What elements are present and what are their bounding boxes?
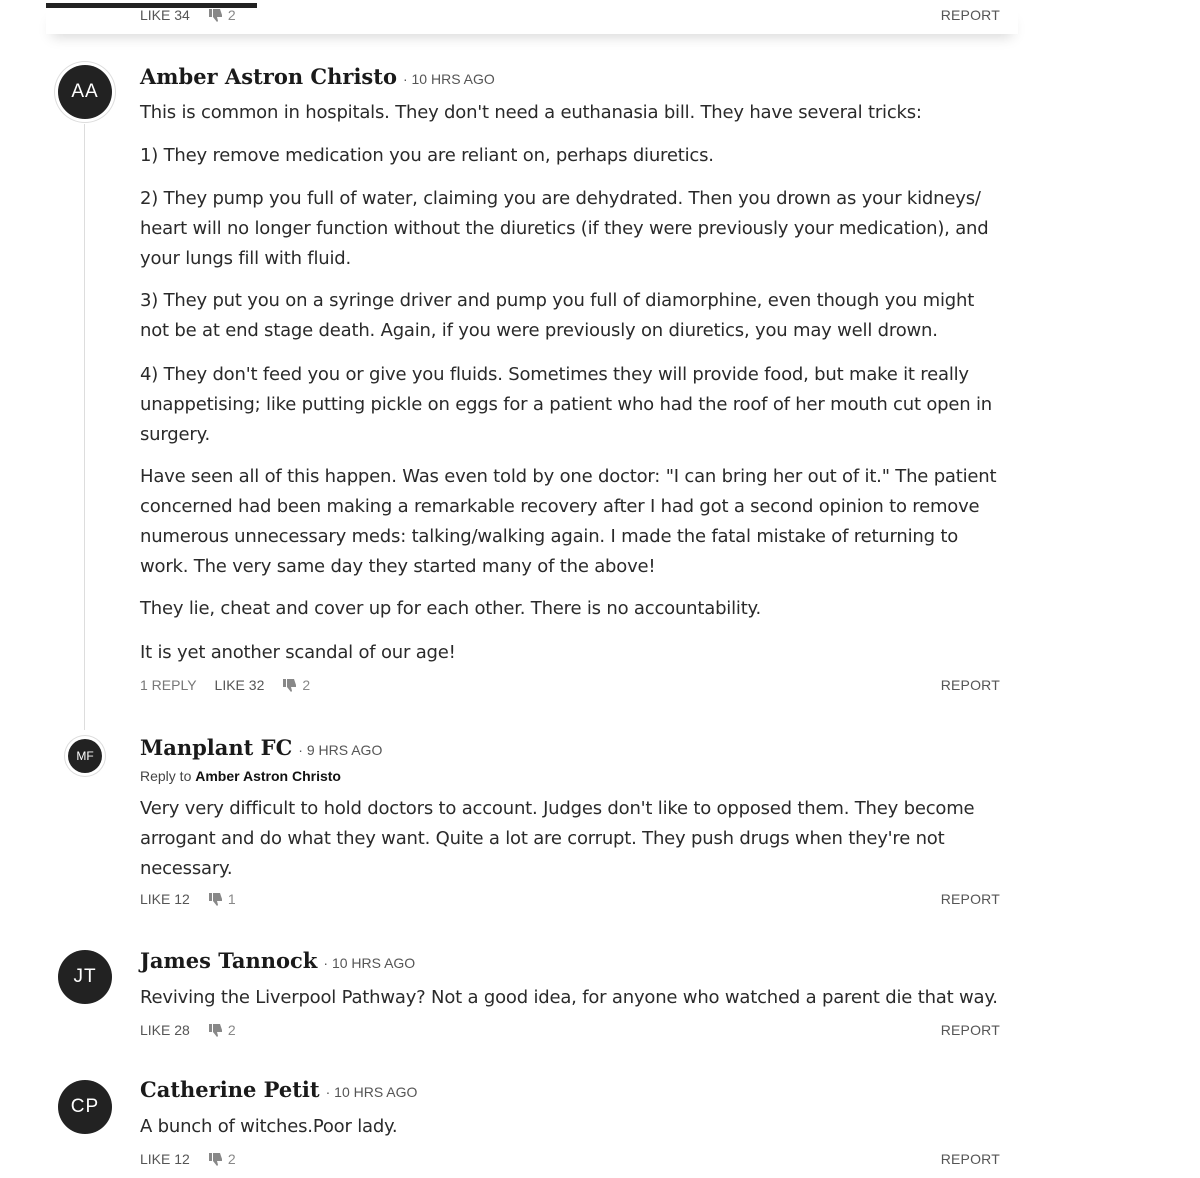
dislike-count: 1 — [227, 891, 236, 907]
comment-actions: LIKE 28 2 REPORT — [140, 1019, 1000, 1041]
thumbs-down-icon — [208, 1153, 222, 1166]
like-button[interactable]: LIKE 32 — [215, 677, 265, 693]
avatar[interactable]: AA — [58, 65, 112, 119]
comment-time: · 10 HRS AGO — [402, 71, 495, 87]
avatar[interactable]: JT — [58, 950, 112, 1004]
avatar-initials: MF — [76, 749, 94, 763]
avatar-initials: JT — [73, 966, 97, 987]
comment-paragraph: Reviving the Liverpool Pathway? Not a go… — [140, 987, 998, 1008]
thumbs-down-icon — [208, 9, 222, 22]
avatar-initials: CP — [70, 1096, 100, 1117]
dislike-button[interactable]: 2 — [208, 7, 236, 23]
like-button[interactable]: LIKE 34 — [140, 7, 190, 23]
comment-actions: 1 REPLY LIKE 32 2 REPORT — [140, 674, 1000, 696]
comment-paragraph: 1) They remove medication you are relian… — [140, 145, 714, 166]
thread-line — [84, 124, 85, 730]
comment-paragraph: This is common in hospitals. They don't … — [140, 102, 922, 123]
reply-to-label: Reply to Amber Astron Christo — [140, 768, 341, 784]
comment-header: Manplant FC · 9 HRS AGO — [140, 735, 382, 760]
like-button[interactable]: LIKE 12 — [140, 1151, 190, 1167]
comment-paragraph: Very very difficult to hold doctors to a… — [140, 798, 975, 879]
comment-actions: LIKE 34 2 REPORT — [140, 4, 1000, 26]
thumbs-down-icon — [283, 679, 297, 692]
comment-paragraph: They lie, cheat and cover up for each ot… — [140, 598, 761, 619]
replies-button[interactable]: 1 REPLY — [140, 677, 197, 693]
dislike-count: 2 — [227, 7, 236, 23]
dislike-button[interactable]: 2 — [282, 677, 310, 693]
comment-actions: LIKE 12 2 REPORT — [140, 1148, 1000, 1170]
comment-actions: LIKE 12 1 REPORT — [140, 888, 1000, 910]
avatar[interactable]: CP — [58, 1080, 112, 1134]
avatar-initials: AA — [71, 81, 99, 102]
comment-header: Amber Astron Christo · 10 HRS AGO — [140, 64, 495, 89]
dislike-count: 2 — [302, 677, 311, 693]
comment-paragraph: 3) They put you on a syringe driver and … — [140, 290, 975, 341]
comment-paragraph: 2) They pump you full of water, claiming… — [140, 188, 989, 269]
comment-author[interactable]: James Tannock — [140, 948, 317, 973]
comment-header: James Tannock · 10 HRS AGO — [140, 948, 415, 973]
dislike-count: 2 — [227, 1151, 236, 1167]
dislike-count: 2 — [227, 1022, 236, 1038]
comment-header: Catherine Petit · 10 HRS AGO — [140, 1077, 417, 1102]
report-button[interactable]: REPORT — [941, 677, 1000, 693]
like-button[interactable]: LIKE 28 — [140, 1022, 190, 1038]
comment-paragraph: Have seen all of this happen. Was even t… — [140, 466, 997, 577]
comment-author[interactable]: Manplant FC — [140, 735, 292, 760]
comment-paragraph: 4) They don't feed you or give you fluid… — [140, 364, 992, 445]
comment-time: · 9 HRS AGO — [298, 742, 383, 758]
reply-to-author[interactable]: Amber Astron Christo — [195, 768, 341, 784]
like-button[interactable]: LIKE 12 — [140, 891, 190, 907]
avatar[interactable]: MF — [68, 739, 102, 773]
comment-time: · 10 HRS AGO — [325, 1084, 418, 1100]
thumbs-down-icon — [208, 1024, 222, 1037]
report-button[interactable]: REPORT — [941, 7, 1000, 23]
report-button[interactable]: REPORT — [941, 1022, 1000, 1038]
comment-time: · 10 HRS AGO — [323, 955, 416, 971]
dislike-button[interactable]: 1 — [208, 891, 236, 907]
report-button[interactable]: REPORT — [941, 1151, 1000, 1167]
comment-paragraph: It is yet another scandal of our age! — [140, 642, 456, 663]
comment-author[interactable]: Catherine Petit — [140, 1077, 320, 1102]
comment-author[interactable]: Amber Astron Christo — [140, 64, 397, 89]
thumbs-down-icon — [208, 893, 222, 906]
comment-paragraph: A bunch of witches.Poor lady. — [140, 1116, 398, 1137]
report-button[interactable]: REPORT — [941, 891, 1000, 907]
dislike-button[interactable]: 2 — [208, 1022, 236, 1038]
dislike-button[interactable]: 2 — [208, 1151, 236, 1167]
